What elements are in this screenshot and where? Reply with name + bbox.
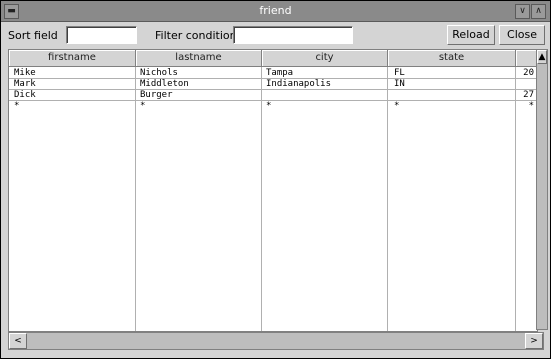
table-cell[interactable]: Mike xyxy=(14,68,132,78)
column-header-extra[interactable] xyxy=(516,50,537,67)
new-row-marker[interactable]: * xyxy=(266,101,384,111)
reload-button[interactable]: Reload xyxy=(447,25,495,45)
column-divider xyxy=(515,67,516,331)
scroll-right-icon[interactable]: > xyxy=(525,333,543,349)
new-row-marker[interactable]: * xyxy=(14,101,132,111)
table-cell[interactable]: Burger xyxy=(140,90,258,100)
column-divider xyxy=(387,67,388,331)
table-cell[interactable] xyxy=(394,90,512,100)
column-header-lastname[interactable]: lastname xyxy=(136,50,262,67)
maximize-icon[interactable]: ∧ xyxy=(531,4,546,19)
column-divider xyxy=(261,67,262,331)
table-cell[interactable]: Indianapolis xyxy=(266,79,384,89)
table-cell[interactable]: 27 xyxy=(517,90,534,100)
table-cell[interactable] xyxy=(517,79,534,89)
window-title: friend xyxy=(259,4,292,17)
column-divider xyxy=(135,67,136,331)
window: ▬ friend ∨ ∧ Sort field Filter condition… xyxy=(0,0,551,359)
table-cell[interactable]: 20 xyxy=(517,68,534,78)
column-header-firstname[interactable]: firstname xyxy=(9,50,136,67)
sort-field-label: Sort field xyxy=(8,29,58,42)
filter-conditions-label: Filter conditions xyxy=(155,29,243,42)
new-row-marker[interactable]: * xyxy=(517,101,534,111)
data-grid[interactable]: firstname lastname city state Mike Nicho… xyxy=(8,49,538,332)
close-button[interactable]: Close xyxy=(499,25,545,45)
filter-conditions-input[interactable] xyxy=(233,26,353,44)
vertical-scrollbar[interactable]: ▲ xyxy=(536,49,548,330)
table-cell[interactable]: IN xyxy=(394,79,512,89)
table-cell[interactable]: FL xyxy=(394,68,512,78)
title-bar: ▬ friend ∨ ∧ xyxy=(1,1,550,22)
scroll-up-icon[interactable]: ▲ xyxy=(537,50,547,64)
horizontal-scrollbar[interactable]: < > xyxy=(8,332,544,350)
table-cell[interactable]: Dick xyxy=(14,90,132,100)
toolbar: Sort field Filter conditions Reload Clos… xyxy=(1,22,550,48)
table-cell[interactable]: Tampa xyxy=(266,68,384,78)
table-cell[interactable]: Mark xyxy=(14,79,132,89)
column-header-state[interactable]: state xyxy=(388,50,516,67)
scroll-left-icon[interactable]: < xyxy=(9,333,27,349)
new-row-marker[interactable]: * xyxy=(140,101,258,111)
table-cell[interactable]: Nichols xyxy=(140,68,258,78)
column-header-city[interactable]: city xyxy=(262,50,388,67)
minimize-icon[interactable]: ∨ xyxy=(515,4,530,19)
table-cell[interactable]: Middleton xyxy=(140,79,258,89)
table-cell[interactable] xyxy=(266,90,384,100)
sort-field-input[interactable] xyxy=(66,26,137,44)
new-row-marker[interactable]: * xyxy=(394,101,512,111)
